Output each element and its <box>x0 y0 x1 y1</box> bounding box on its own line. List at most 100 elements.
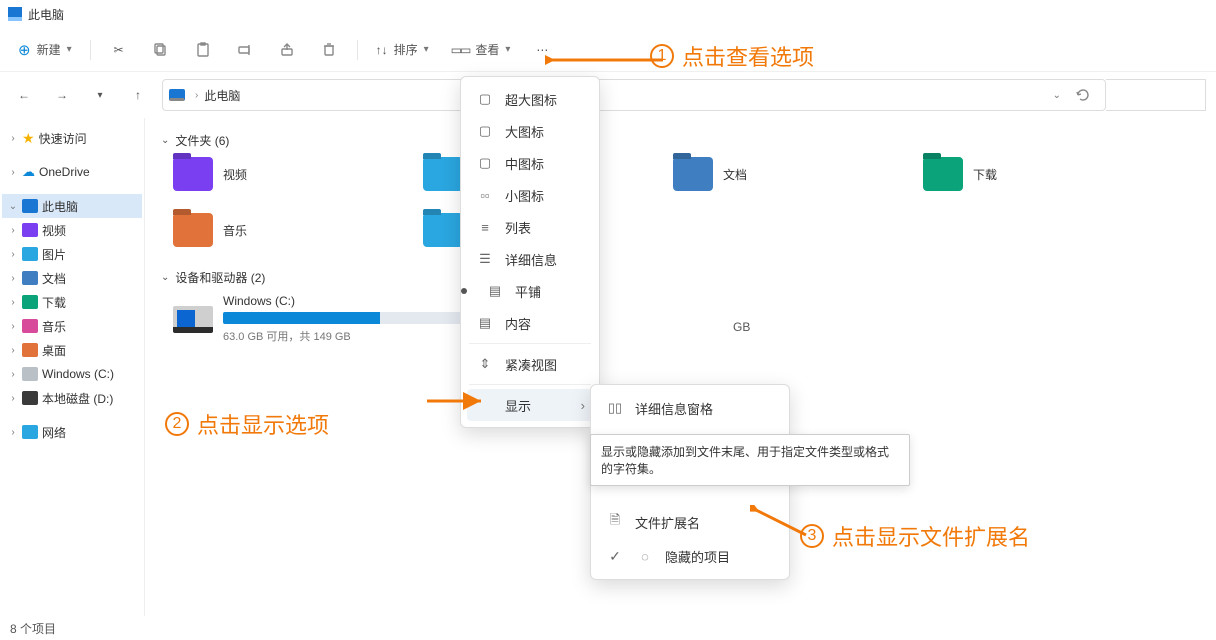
forward-icon: → <box>56 88 68 102</box>
rename-button[interactable] <box>225 34 265 66</box>
video-folder-icon <box>173 157 213 191</box>
chevron-down-icon: ▾ <box>67 44 72 55</box>
sidebar-item-documents[interactable]: ›文档 <box>2 266 142 290</box>
annotation-arrow-icon <box>545 50 665 70</box>
delete-button[interactable] <box>309 34 349 66</box>
window-title-bar: 此电脑 <box>0 0 1216 28</box>
folder-label: 文档 <box>723 166 747 183</box>
menu-item-details-pane[interactable]: ▯▯详细信息窗格 <box>597 391 783 425</box>
menu-item-content[interactable]: ▤内容 <box>467 307 593 339</box>
separator <box>469 384 591 385</box>
view-button[interactable]: ▭▭ 查看 ▾ <box>441 34 521 66</box>
chevron-right-icon: › <box>8 167 18 178</box>
chevron-right-icon: › <box>8 133 18 144</box>
desktop-folder-icon <box>423 213 463 247</box>
sidebar-item-pictures[interactable]: › 图片 <box>2 242 142 266</box>
menu-label: 内容 <box>505 314 531 333</box>
documents-folder-icon <box>22 271 38 285</box>
menu-item-list[interactable]: ≡ 列表 <box>467 211 593 243</box>
list-item[interactable]: 视频 <box>173 157 423 191</box>
sidebar-item-thispc[interactable]: ⌄此电脑 <box>2 194 142 218</box>
list-item[interactable]: Windows (C:) 63.0 GB 可用，共 149 GB <box>173 294 493 344</box>
sidebar-item-label: 本地磁盘 (D:) <box>42 390 113 407</box>
menu-item-hidden-items[interactable]: ✓◌隐藏的项目 <box>597 539 783 573</box>
search-input[interactable] <box>1106 79 1206 111</box>
drive-tail-text: GB <box>733 320 750 334</box>
chevron-right-icon: › <box>8 297 18 308</box>
sidebar-item-label: OneDrive <box>39 165 90 179</box>
sidebar-item-label: 下载 <box>42 294 66 311</box>
sidebar-item-desktop[interactable]: ›桌面 <box>2 338 142 362</box>
menu-item-large-icons[interactable]: ▢大图标 <box>467 115 593 147</box>
list-item[interactable]: GB <box>573 294 893 344</box>
recent-button[interactable]: ▾ <box>86 81 114 109</box>
separator <box>357 40 358 60</box>
back-button[interactable]: ← <box>10 81 38 109</box>
menu-label: 平铺 <box>515 282 541 301</box>
cloud-icon: ☁ <box>22 164 35 180</box>
chevron-down-icon: ▾ <box>505 44 510 55</box>
menu-label: 列表 <box>505 218 531 237</box>
separator <box>469 343 591 344</box>
sidebar: › ★快速访问 › ☁ OneDrive ⌄此电脑 ›视频 › 图片 ›文档 › 下载 ›… <box>0 118 145 616</box>
menu-label: 中图标 <box>505 154 544 173</box>
sort-button[interactable]: ↑↓ 排序 ▾ <box>366 34 439 66</box>
menu-item-compact[interactable]: ⇕紧凑视图 <box>467 348 593 380</box>
forward-button[interactable]: → <box>48 81 76 109</box>
menu-item-tiles[interactable]: ▤ 平铺 <box>467 275 593 307</box>
small-icons-icon: ▫▫ <box>475 188 495 203</box>
check-icon: ✓ <box>605 548 625 565</box>
sidebar-item-label: 快速访问 <box>39 130 87 147</box>
list-item[interactable]: 文档 <box>673 157 923 191</box>
drive-icon <box>22 367 38 381</box>
menu-item-xl-icons[interactable]: ▢超大图标 <box>467 83 593 115</box>
cut-button[interactable]: ✂ <box>99 34 139 66</box>
desktop-folder-icon <box>22 343 38 357</box>
up-button[interactable]: ↑ <box>124 81 152 109</box>
new-button[interactable]: ⊕ 新建 ▾ <box>8 34 82 66</box>
list-item[interactable]: 下载 <box>923 157 1173 191</box>
refresh-button[interactable] <box>1067 79 1099 111</box>
sidebar-item-music[interactable]: ›音乐 <box>2 314 142 338</box>
menu-item-medium-icons[interactable]: ▢中图标 <box>467 147 593 179</box>
menu-item-show[interactable]: 显示› <box>467 389 593 421</box>
paste-button[interactable] <box>183 34 223 66</box>
copy-button[interactable] <box>141 34 181 66</box>
share-button[interactable] <box>267 34 307 66</box>
separator <box>90 40 91 60</box>
drive-label: Windows (C:) <box>223 294 493 308</box>
chevron-down-icon: ⌄ <box>161 272 169 283</box>
selected-dot-icon <box>461 288 467 294</box>
sidebar-item-drive-d[interactable]: ›本地磁盘 (D:) <box>2 386 142 410</box>
list-item[interactable]: 音乐 <box>173 213 423 247</box>
tiles-icon: ▤ <box>485 283 505 299</box>
rename-icon <box>237 42 253 58</box>
status-count: 8 个项目 <box>10 620 56 637</box>
star-icon: ★ <box>22 130 35 147</box>
breadcrumb-current: 此电脑 <box>204 87 240 104</box>
breadcrumb[interactable]: › 此电脑 ⌄ <box>162 79 1106 111</box>
large-icons-icon: ▢ <box>475 123 495 139</box>
copy-icon <box>153 42 169 58</box>
sidebar-item-drive-c[interactable]: ›Windows (C:) <box>2 362 142 386</box>
sidebar-item-label: 图片 <box>42 246 66 263</box>
chevron-right-icon: › <box>8 427 18 438</box>
new-label: 新建 <box>37 41 61 58</box>
sidebar-item-videos[interactable]: ›视频 <box>2 218 142 242</box>
chevron-right-icon: › <box>195 90 198 101</box>
pc-icon <box>8 7 22 21</box>
list-icon: ≡ <box>475 220 495 235</box>
devices-group-header[interactable]: ⌄ 设备和驱动器 (2) <box>161 269 1208 286</box>
folders-group-header[interactable]: ⌄ 文件夹 (6) <box>161 132 1208 149</box>
sidebar-item-downloads[interactable]: › 下载 <box>2 290 142 314</box>
menu-item-small-icons[interactable]: ▫▫小图标 <box>467 179 593 211</box>
sidebar-item-quick[interactable]: › ★快速访问 <box>2 126 142 150</box>
sidebar-item-network[interactable]: › 网络 <box>2 420 142 444</box>
sidebar-item-label: 网络 <box>42 424 66 441</box>
menu-item-details[interactable]: ☰详细信息 <box>467 243 593 275</box>
pictures-folder-icon <box>22 247 38 261</box>
sidebar-item-onedrive[interactable]: › ☁ OneDrive <box>2 160 142 184</box>
file-ext-icon: 🗎 <box>605 511 625 533</box>
chevron-down-icon[interactable]: ⌄ <box>1053 90 1061 101</box>
chevron-right-icon: › <box>8 249 18 260</box>
